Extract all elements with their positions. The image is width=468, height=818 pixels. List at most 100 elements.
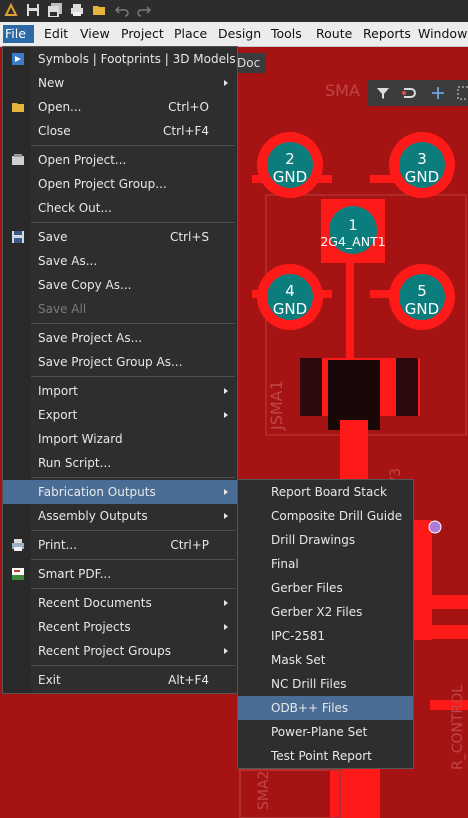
menu-window[interactable]: Window — [416, 25, 468, 43]
menu-edit[interactable]: Edit — [42, 25, 70, 43]
menu-item-import-wizard[interactable]: Import Wizard — [3, 427, 237, 451]
menu-item-recent-projects[interactable]: Recent Projects — [3, 615, 237, 639]
pad-1[interactable]: 1 2G4_ANT1 — [320, 199, 386, 263]
submenu-item-report-board-stack[interactable]: Report Board Stack — [238, 480, 413, 504]
menu-item-save-all: Save All — [38, 302, 87, 316]
filter-icon[interactable] — [375, 85, 391, 101]
open-folder-icon — [11, 100, 25, 114]
submenu-item-power-plane-set[interactable]: Power-Plane Set — [238, 720, 413, 744]
pad-number: 4 — [285, 282, 295, 300]
menu-item-run-script[interactable]: Run Script... — [3, 451, 237, 475]
menu-design[interactable]: Design — [216, 25, 263, 43]
pad-5[interactable]: 5 GND — [389, 264, 455, 330]
menu-item-fabrication-outputs[interactable]: Fabrication Outputs — [3, 480, 237, 504]
app-logo-icon — [4, 3, 18, 17]
pad-net: 2G4_ANT1 — [320, 234, 385, 249]
submenu-arrow-icon — [224, 624, 228, 630]
menu-item-import[interactable]: Import — [3, 379, 237, 403]
menu-item-save-as[interactable]: Save As... — [3, 249, 237, 273]
canvas-toolbar — [368, 80, 468, 106]
menu-view[interactable]: View — [78, 25, 112, 43]
menu-item-symbols-footprints-3d-models[interactable]: Symbols | Footprints | 3D Models — [3, 47, 237, 71]
submenu-item-final[interactable]: Final — [238, 552, 413, 576]
submenu-arrow-icon — [224, 489, 228, 495]
project-icon — [11, 153, 25, 167]
submenu-item-nc-drill-files[interactable]: NC Drill Files — [238, 672, 413, 696]
silkscreen-label: R_CONTROL — [450, 685, 466, 770]
menu-item-open-project[interactable]: Open Project... — [3, 148, 237, 172]
select-rectangle-icon[interactable] — [456, 85, 468, 101]
route-icon[interactable] — [401, 85, 417, 101]
add-icon[interactable] — [430, 85, 446, 101]
menu-separator — [31, 588, 235, 589]
components-icon — [11, 52, 25, 66]
open-folder-icon[interactable] — [92, 3, 106, 17]
submenu-arrow-icon — [224, 388, 228, 394]
submenu-item-test-point-report[interactable]: Test Point Report — [238, 744, 413, 768]
menu-separator — [31, 665, 235, 666]
menu-item-exit[interactable]: Exit Alt+F4 — [3, 668, 237, 692]
menu-item-save-copy-as[interactable]: Save Copy As... — [3, 273, 237, 297]
submenu-item-ipc-2581[interactable]: IPC-2581 — [238, 624, 413, 648]
print-icon — [11, 538, 25, 552]
menu-item-print[interactable]: Print... Ctrl+P — [3, 533, 237, 557]
quick-access-toolbar — [0, 0, 468, 22]
save-all-icon[interactable] — [48, 3, 62, 17]
menu-item-smart-pdf[interactable]: Smart PDF... — [3, 562, 237, 586]
menu-item-recent-documents[interactable]: Recent Documents — [3, 591, 237, 615]
menu-project[interactable]: Project — [119, 25, 166, 43]
submenu-arrow-icon — [224, 513, 228, 519]
menu-item-recent-project-groups[interactable]: Recent Project Groups — [3, 639, 237, 663]
submenu-arrow-icon — [224, 412, 228, 418]
fabrication-outputs-submenu: Report Board Stack Composite Drill Guide… — [237, 479, 414, 769]
menu-place[interactable]: Place — [172, 25, 209, 43]
menu-tools[interactable]: Tools — [269, 25, 304, 43]
menu-route[interactable]: Route — [314, 25, 354, 43]
pad-net: GND — [405, 168, 439, 186]
pad-net: GND — [273, 300, 307, 318]
pad-number: 2 — [285, 150, 295, 168]
silkscreen-label: SMA — [325, 81, 360, 100]
menu-item-export[interactable]: Export — [3, 403, 237, 427]
menu-item-save-project-group-as[interactable]: Save Project Group As... — [3, 350, 237, 374]
menu-item-assembly-outputs[interactable]: Assembly Outputs — [3, 504, 237, 528]
menu-item-check-out[interactable]: Check Out... — [3, 196, 237, 220]
menu-item-save[interactable]: Save Ctrl+S — [3, 225, 237, 249]
pad-3[interactable]: 3 GND — [389, 132, 455, 198]
menu-item-close[interactable]: Close Ctrl+F4 — [3, 119, 237, 143]
menu-separator — [31, 559, 235, 560]
submenu-arrow-icon — [224, 80, 228, 86]
save-icon[interactable] — [26, 3, 40, 17]
file-menu: Symbols | Footprints | 3D Models New Ope… — [2, 46, 238, 694]
menu-item-new[interactable]: New — [3, 71, 237, 95]
submenu-item-mask-set[interactable]: Mask Set — [238, 648, 413, 672]
submenu-item-drill-drawings[interactable]: Drill Drawings — [238, 528, 413, 552]
menu-item-open-project-group[interactable]: Open Project Group... — [3, 172, 237, 196]
pad-4[interactable]: 4 GND — [257, 264, 323, 330]
print-icon[interactable] — [70, 3, 84, 17]
submenu-item-gerber-files[interactable]: Gerber Files — [238, 576, 413, 600]
menu-item-open[interactable]: Open... Ctrl+O — [3, 95, 237, 119]
silkscreen-label: JSMA1 — [267, 380, 286, 431]
menu-separator — [31, 145, 235, 146]
submenu-item-composite-drill-guide[interactable]: Composite Drill Guide — [238, 504, 413, 528]
pad-number: 3 — [417, 150, 427, 168]
menu-file[interactable]: File — [3, 25, 34, 43]
menu-separator — [31, 477, 235, 478]
menu-separator — [31, 376, 235, 377]
submenu-item-odb-files[interactable]: ODB++ Files — [238, 696, 413, 720]
submenu-arrow-icon — [224, 648, 228, 654]
smart-pdf-icon — [11, 567, 25, 581]
undo-icon[interactable] — [115, 3, 129, 17]
pad-net: GND — [405, 300, 439, 318]
pad-number: 1 — [349, 218, 358, 234]
submenu-arrow-icon — [224, 600, 228, 606]
pad-2[interactable]: 2 GND — [257, 132, 323, 198]
redo-icon[interactable] — [137, 3, 151, 17]
pad-number: 5 — [417, 282, 427, 300]
menu-reports[interactable]: Reports — [361, 25, 413, 43]
menu-item-save-project-as[interactable]: Save Project As... — [3, 326, 237, 350]
submenu-item-gerber-x2-files[interactable]: Gerber X2 Files — [238, 600, 413, 624]
menu-separator — [31, 323, 235, 324]
silkscreen-label: SMA2 — [256, 771, 272, 810]
